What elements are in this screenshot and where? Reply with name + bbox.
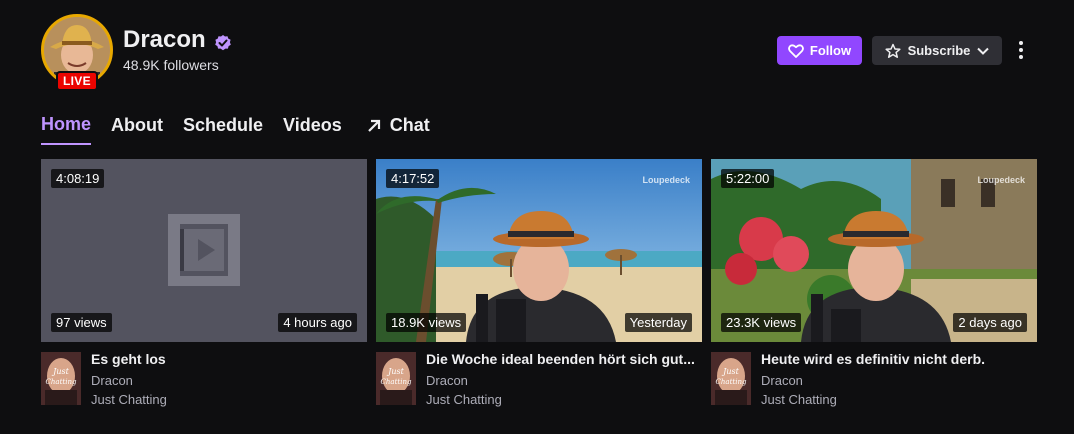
verified-badge-icon — [214, 31, 232, 51]
video-title[interactable]: Es geht los — [91, 351, 367, 367]
video-channel[interactable]: Dracon — [91, 373, 133, 388]
follow-label: Follow — [809, 43, 852, 58]
svg-text:Chatting: Chatting — [716, 378, 747, 386]
subscribe-button[interactable]: Subscribe — [872, 36, 1002, 65]
tab-chat-label: Chat — [389, 115, 430, 135]
video-category[interactable]: Just Chatting — [91, 392, 167, 407]
svg-text:Just: Just — [51, 367, 69, 376]
follow-button[interactable]: Follow — [777, 36, 862, 65]
video-thumbnail[interactable]: 4:08:19 97 views 4 hours ago — [41, 159, 367, 342]
live-badge: LIVE — [56, 71, 98, 91]
video-card[interactable]: Loupedeck 5:22:00 23.3K views 2 days ago… — [711, 159, 1037, 411]
watermark: Loupedeck — [642, 175, 690, 185]
video-channel[interactable]: Dracon — [426, 373, 468, 388]
video-category[interactable]: Just Chatting — [761, 392, 837, 407]
video-age: 4 hours ago — [278, 313, 357, 332]
video-title[interactable]: Heute wird es definitiv nicht derb. — [761, 351, 1037, 367]
tab-chat[interactable]: Chat — [366, 114, 430, 145]
tab-home[interactable]: Home — [41, 114, 92, 145]
chevron-down-icon — [977, 47, 990, 55]
svg-text:Just: Just — [721, 367, 739, 376]
video-thumbnail[interactable]: Loupedeck 5:22:00 23.3K views 2 days ago — [711, 159, 1037, 342]
svg-text:Just: Just — [386, 367, 404, 376]
heart-icon — [788, 43, 804, 58]
channel-title[interactable]: Dracon — [123, 26, 232, 54]
svg-text:Chatting: Chatting — [381, 378, 412, 386]
category-thumbnail[interactable]: Just Chatting — [711, 352, 751, 405]
video-card[interactable]: Loupedeck 4:17:52 18.9K views Yesterday … — [376, 159, 702, 411]
video-card[interactable]: 4:08:19 97 views 4 hours ago Just Chatti… — [41, 159, 367, 411]
video-views: 97 views — [51, 313, 112, 332]
tab-videos[interactable]: Videos — [283, 114, 342, 145]
channel-tabs: Home About Schedule Videos Chat — [41, 114, 430, 145]
video-category[interactable]: Just Chatting — [426, 392, 502, 407]
subscribe-label: Subscribe — [907, 43, 971, 58]
tab-schedule[interactable]: Schedule — [183, 114, 263, 145]
external-arrow-icon — [367, 119, 380, 132]
follower-count: 48.9K followers — [123, 57, 219, 73]
more-options-icon[interactable] — [1011, 38, 1031, 62]
video-duration: 5:22:00 — [721, 169, 775, 188]
video-thumbnail[interactable]: Loupedeck 4:17:52 18.9K views Yesterday — [376, 159, 702, 342]
video-duration: 4:17:52 — [386, 169, 440, 188]
video-views: 23.3K views — [721, 313, 802, 332]
channel-avatar[interactable]: LIVE — [41, 14, 113, 91]
watermark: Loupedeck — [977, 175, 1025, 185]
video-age: Yesterday — [624, 313, 692, 332]
video-duration: 4:08:19 — [51, 169, 105, 188]
video-age: 2 days ago — [953, 313, 1027, 332]
category-thumbnail[interactable]: Just Chatting — [41, 352, 81, 405]
video-views: 18.9K views — [386, 313, 467, 332]
tab-about[interactable]: About — [111, 114, 163, 145]
star-icon — [885, 43, 901, 58]
channel-name-text: Dracon — [123, 26, 206, 53]
video-channel[interactable]: Dracon — [761, 373, 803, 388]
category-thumbnail[interactable]: Just Chatting — [376, 352, 416, 405]
video-title[interactable]: Die Woche ideal beenden hört sich gut... — [426, 351, 702, 367]
svg-text:Chatting: Chatting — [46, 378, 77, 386]
